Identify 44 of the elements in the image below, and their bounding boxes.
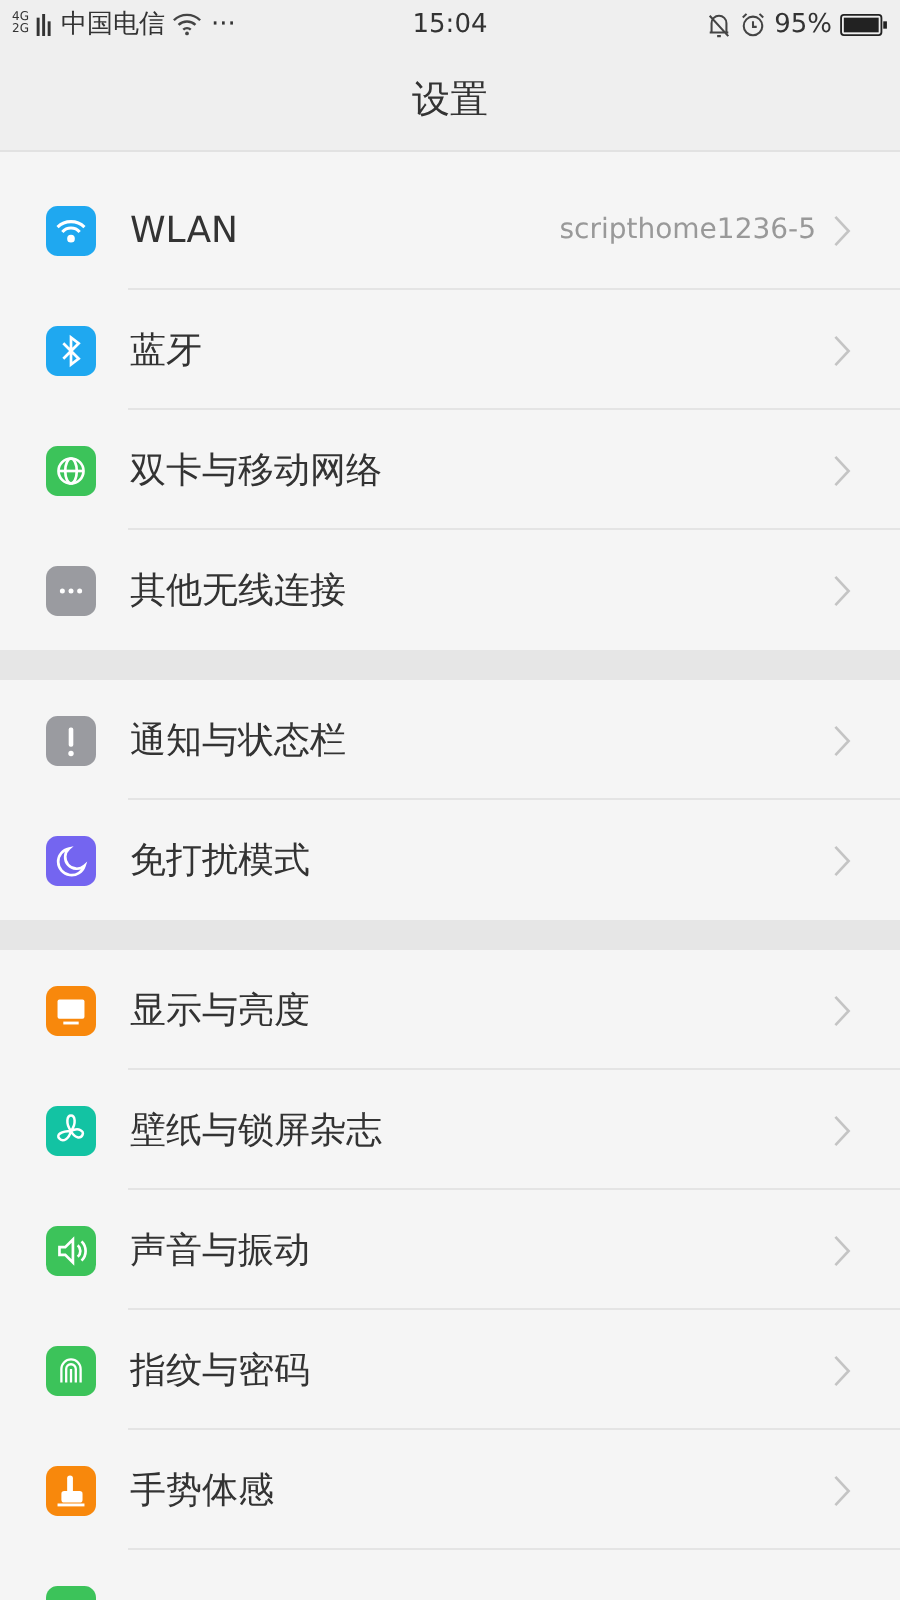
chevron-icon: [832, 573, 852, 607]
wifi-icon: [172, 12, 203, 36]
setting-label: 其他无线连接: [130, 568, 348, 614]
setting-label: 声音与振动: [130, 1228, 312, 1274]
settings-row[interactable]: 通知与状态栏: [0, 680, 900, 800]
chevron-icon: [832, 333, 852, 367]
chevron-icon: [832, 1113, 852, 1147]
chevron-icon: [832, 1233, 852, 1267]
alarm-icon: [740, 11, 767, 37]
settings-row[interactable]: 指纹与密码: [0, 1310, 900, 1430]
setting-label: 蓝牙: [130, 328, 204, 374]
bell-off-icon: [706, 11, 733, 37]
chevron-icon: [832, 1473, 852, 1507]
battery-icon: [840, 13, 888, 35]
settings-row[interactable]: WLAN scripthome1236-5: [0, 170, 900, 290]
settings-row[interactable]: 免打扰模式: [0, 800, 900, 920]
chevron-icon: [832, 723, 852, 757]
settings-row[interactable]: 手势体感: [0, 1430, 900, 1550]
chevron-icon: [832, 843, 852, 877]
page-title: 设置: [412, 75, 488, 125]
setting-label: 双卡与移动网络: [130, 448, 384, 494]
setting-label: 显示与亮度: [130, 988, 312, 1034]
chevron-icon: [832, 1353, 852, 1387]
setting-value: scripthome1236-5: [559, 214, 816, 246]
settings-row[interactable]: 声音与振动: [0, 1190, 900, 1310]
setting-label: 手势体感: [130, 1468, 276, 1514]
clock-time: 15:04: [412, 9, 488, 39]
settings-row[interactable]: 显示与亮度: [0, 950, 900, 1070]
signal-icon: [36, 13, 53, 35]
setting-label: 通知与状态栏: [130, 718, 348, 764]
chevron-icon: [832, 453, 852, 487]
setting-label: WLAN: [130, 209, 241, 251]
settings-row[interactable]: 双卡与移动网络: [0, 410, 900, 530]
settings-row[interactable]: 其他无线连接: [0, 530, 900, 650]
carrier-name: 中国电信: [60, 8, 165, 42]
setting-label: 指纹与密码: [130, 1348, 312, 1394]
settings-row[interactable]: 壁纸与锁屏杂志: [0, 1070, 900, 1190]
more-notifications: ···: [210, 9, 236, 39]
chevron-icon: [832, 993, 852, 1027]
settings-row[interactable]: 蓝牙: [0, 290, 900, 410]
setting-label: 壁纸与锁屏杂志: [130, 1108, 384, 1154]
chevron-icon: [832, 213, 852, 247]
battery-percent: 95%: [774, 9, 832, 39]
setting-label: 免打扰模式: [130, 838, 312, 884]
